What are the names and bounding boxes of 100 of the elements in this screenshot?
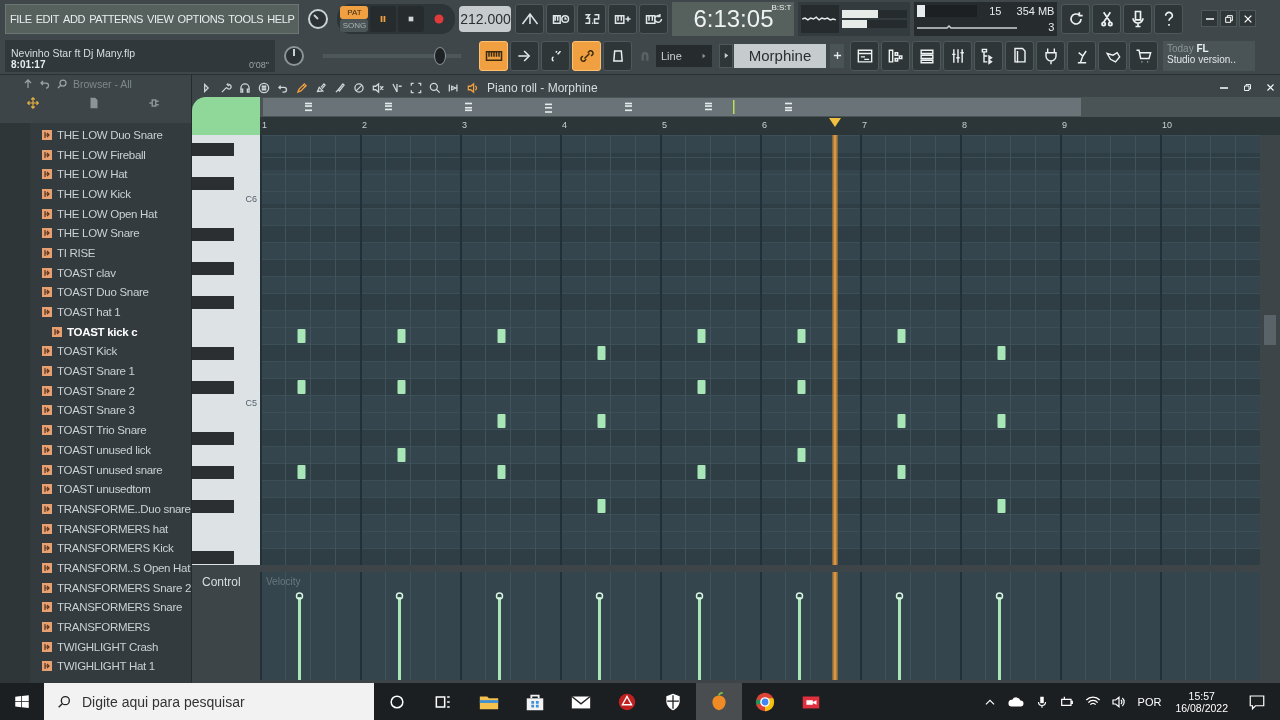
- peak-button[interactable]: [515, 3, 545, 34]
- move-icon[interactable]: [26, 96, 40, 110]
- browser-item[interactable]: TOAST Snare 1: [30, 361, 191, 381]
- delete-icon[interactable]: [352, 80, 366, 95]
- keyboard-button[interactable]: [479, 40, 508, 71]
- browser-item[interactable]: TOAST Kick: [30, 341, 191, 362]
- zoom-icon[interactable]: [428, 80, 442, 95]
- notification-icon[interactable]: [1248, 692, 1266, 711]
- restore-button[interactable]: [1220, 10, 1238, 27]
- scrollbar-thumb[interactable]: [263, 98, 1081, 116]
- note[interactable]: [797, 380, 806, 394]
- menu-item[interactable]: ADD: [63, 12, 86, 25]
- plug-icon[interactable]: [147, 96, 161, 110]
- link-button[interactable]: [572, 40, 601, 71]
- browser-item[interactable]: TOAST unusedtom: [30, 479, 191, 500]
- note[interactable]: [497, 414, 506, 428]
- clock-date[interactable]: 16/08/2022: [1175, 701, 1228, 714]
- list-button[interactable]: [912, 40, 941, 71]
- headphones-icon[interactable]: [238, 80, 252, 95]
- velocity-bar[interactable]: [895, 592, 904, 680]
- browser-app-icon[interactable]: [754, 690, 776, 713]
- browser-item[interactable]: TRANSFORM..S Open Hat: [30, 558, 191, 578]
- browser-item[interactable]: TOAST Duo Snare: [30, 282, 191, 303]
- close-button[interactable]: [1239, 10, 1257, 27]
- browser-item[interactable]: TOAST Snare 2: [30, 380, 191, 401]
- menu-item[interactable]: PATTERNS: [89, 12, 143, 25]
- menu-icon[interactable]: [257, 80, 271, 95]
- scrollbar-thumb[interactable]: [1264, 315, 1276, 345]
- note[interactable]: [697, 329, 706, 343]
- velocity-bar[interactable]: [395, 592, 404, 680]
- note[interactable]: [297, 465, 306, 479]
- stop-button[interactable]: [398, 5, 425, 32]
- search-field[interactable]: Digite aqui para pesquisar: [44, 683, 374, 720]
- plug-button[interactable]: [1036, 40, 1065, 71]
- browser-item[interactable]: TWIGHLIGHT Hat 1: [30, 656, 191, 677]
- browser-item[interactable]: THE LOW Open Hat: [30, 203, 191, 224]
- shield-icon[interactable]: [663, 691, 683, 712]
- clock-time[interactable]: 15:57: [1188, 689, 1215, 702]
- windows-logo-icon[interactable]: [13, 692, 31, 711]
- brush-icon[interactable]: [333, 80, 347, 95]
- pencil-icon[interactable]: [295, 80, 309, 95]
- browser-item[interactable]: TI RISE: [30, 243, 191, 263]
- velocity-bar[interactable]: [695, 592, 704, 680]
- scissors-button[interactable]: [1092, 3, 1122, 34]
- browser-item[interactable]: TOAST Trio Snare: [30, 420, 191, 440]
- snap-dropdown[interactable]: Line: [656, 44, 712, 67]
- language-indicator[interactable]: POR: [1137, 695, 1162, 708]
- note[interactable]: [997, 346, 1006, 360]
- browser-item[interactable]: TWIGHLIGHT Crash: [30, 636, 191, 657]
- note[interactable]: [397, 380, 406, 394]
- add-pattern-button[interactable]: [830, 43, 844, 68]
- note[interactable]: [797, 329, 806, 343]
- search-icon[interactable]: [56, 78, 68, 90]
- select-icon[interactable]: [409, 80, 423, 95]
- speaker-icon[interactable]: [1110, 693, 1127, 710]
- note[interactable]: [497, 329, 506, 343]
- slider-thumb[interactable]: [434, 46, 447, 65]
- velocity-bar[interactable]: [295, 592, 304, 680]
- arrow-right-button[interactable]: [510, 40, 539, 71]
- browser-item[interactable]: TOAST unused snare: [30, 459, 191, 480]
- note[interactable]: [797, 448, 806, 462]
- note[interactable]: [297, 329, 306, 343]
- velocity-bar[interactable]: [795, 592, 804, 680]
- note[interactable]: [697, 380, 706, 394]
- tempo-field[interactable]: 212.000: [459, 5, 512, 32]
- note[interactable]: [897, 414, 906, 428]
- menu-item[interactable]: FILE: [10, 12, 32, 25]
- note[interactable]: [397, 329, 406, 343]
- note[interactable]: [497, 465, 506, 479]
- reset-button[interactable]: [1061, 3, 1091, 34]
- documents-button[interactable]: [1005, 40, 1034, 71]
- wrench-icon[interactable]: [219, 80, 233, 95]
- browser-item[interactable]: THE LOW Kick: [30, 184, 191, 204]
- note[interactable]: [897, 329, 906, 343]
- active-app-tile[interactable]: [696, 683, 742, 720]
- keys-clock-button[interactable]: [546, 3, 576, 34]
- steps-button[interactable]: [881, 40, 910, 71]
- playlist-button[interactable]: [850, 40, 879, 71]
- pattern-selector[interactable]: Morphine: [734, 43, 826, 68]
- menu-item[interactable]: VIEW: [147, 12, 174, 25]
- note[interactable]: [597, 414, 606, 428]
- menu-item[interactable]: HELP: [267, 12, 295, 25]
- note[interactable]: [997, 414, 1006, 428]
- browser-item[interactable]: TRANSFORMERS hat: [30, 518, 191, 539]
- note[interactable]: [297, 380, 306, 394]
- tree-button[interactable]: [974, 40, 1003, 71]
- cart-button[interactable]: [1129, 40, 1158, 71]
- minimize-button[interactable]: [1201, 10, 1219, 27]
- note[interactable]: [697, 465, 706, 479]
- undo-icon[interactable]: [39, 78, 51, 90]
- velocity-bar[interactable]: [495, 592, 504, 680]
- browser-item[interactable]: THE LOW Hat: [30, 164, 191, 185]
- browser-item[interactable]: TOAST clav: [30, 262, 191, 283]
- mixer-button[interactable]: [943, 40, 972, 71]
- browser-item[interactable]: TRANSFORMERS: [30, 617, 191, 637]
- browser-item[interactable]: THE LOW Fireball: [30, 144, 191, 165]
- browser-item[interactable]: TRANSFORME..Duo snare: [30, 499, 191, 519]
- help-button[interactable]: [1154, 3, 1184, 34]
- menu-item[interactable]: TOOLS: [228, 12, 264, 25]
- browser-item[interactable]: TRANSFORMERS Snare 2: [30, 577, 191, 598]
